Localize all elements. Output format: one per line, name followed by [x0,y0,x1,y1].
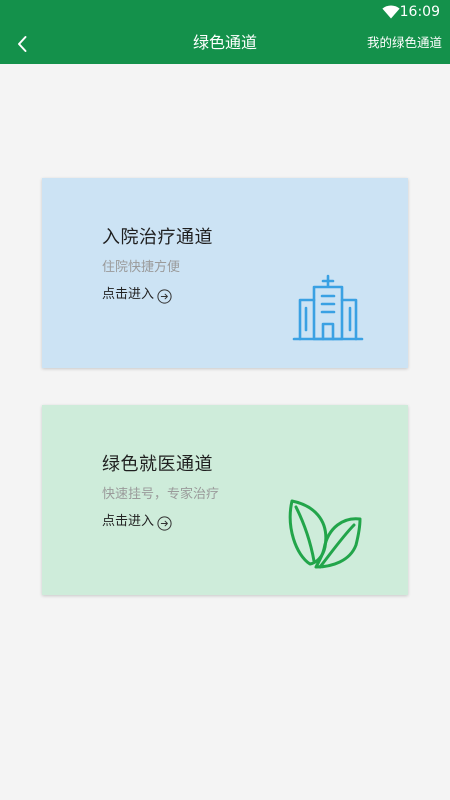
status-time: 16:09 [399,4,440,20]
hospital-admission-card[interactable]: 入院治疗通道 住院快捷方便 点击进入 [42,178,408,368]
wifi-icon [382,5,400,19]
card-title: 绿色就医通道 [102,454,213,475]
hospital-building-icon [292,274,364,341]
enter-label: 点击进入 [102,286,155,302]
back-button[interactable] [8,30,36,58]
chevron-left-icon [18,36,27,52]
my-green-channel-link[interactable]: 我的绿色通道 [367,24,442,64]
enter-button[interactable]: 点击进入 [102,512,172,531]
enter-button[interactable]: 点击进入 [102,285,172,304]
card-title: 入院治疗通道 [102,227,213,248]
green-medical-channel-card[interactable]: 绿色就医通道 快速挂号，专家治疗 点击进入 [42,405,408,595]
card-subtitle: 住院快捷方便 [102,260,181,275]
enter-label: 点击进入 [102,513,155,529]
arrow-right-circle-icon [157,289,172,304]
card-subtitle: 快速挂号，专家治疗 [102,487,220,502]
nav-bar: 绿色通道 我的绿色通道 [0,24,450,64]
status-bar: 16:09 [0,0,450,24]
arrow-right-circle-icon [157,516,172,531]
app-header: 16:09 绿色通道 我的绿色通道 [0,0,450,64]
leaf-icon [288,499,362,569]
